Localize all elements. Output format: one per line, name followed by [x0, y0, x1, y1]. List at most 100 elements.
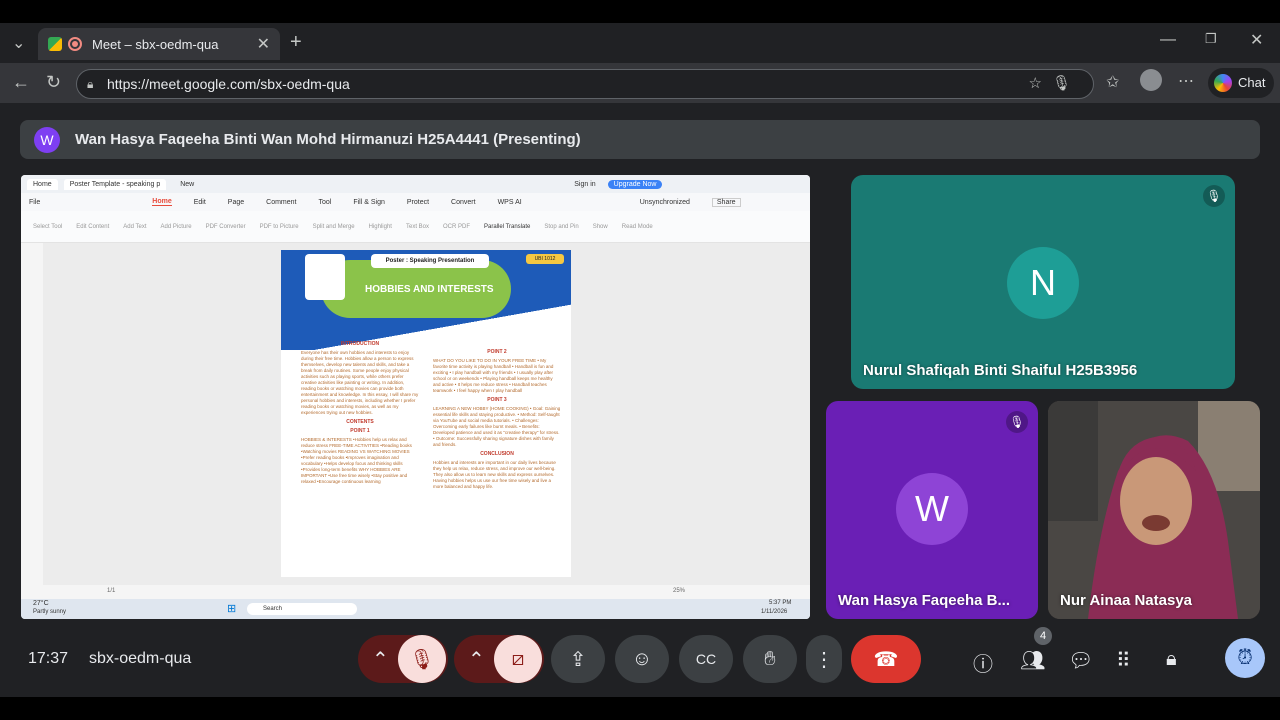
wps-menu-comment: Comment: [266, 198, 297, 206]
intro-text: Everyone has their own hobbies and inter…: [301, 350, 419, 415]
activities-icon[interactable]: ⠿: [1116, 648, 1131, 673]
mic-icon[interactable]: 🎙︎: [1052, 75, 1081, 92]
conclusion-heading: CONCLUSION: [480, 451, 514, 457]
meet-area: W Wan Hasya Faqeeha Binti Wan Mohd Hirma…: [0, 103, 1280, 697]
wps-tab-new: New: [180, 180, 195, 188]
participant-tile-nur-ainaa[interactable]: Nur Ainaa Natasya: [1048, 401, 1260, 619]
wps-menu-edit: Edit: [193, 198, 206, 206]
leave-call-button[interactable]: ☎︎: [851, 635, 921, 683]
host-controls-icon[interactable]: 🔒︎: [1166, 648, 1177, 671]
wps-menu-ai: WPS AI: [497, 198, 522, 206]
reload-icon[interactable]: ↻: [46, 72, 61, 93]
participant-count-badge: 4: [1034, 627, 1052, 645]
wps-menu-tool: Tool: [318, 198, 332, 206]
timer-button[interactable]: ⏰︎: [1225, 638, 1265, 678]
weather-temp: 27°C: [33, 600, 49, 607]
tab-list-icon[interactable]: ⌄: [12, 33, 25, 53]
participant-video: [1048, 401, 1260, 619]
wps-upgrade: Upgrade Now: [607, 179, 663, 189]
captions-button[interactable]: CC: [679, 635, 733, 683]
participant-tile-nurul[interactable]: N 🎙︎ Nurul Shafiqah Binti Shaiful H25B39…: [851, 175, 1235, 389]
mic-off-icon: 🎙︎: [409, 648, 435, 671]
wps-tab-doc: Poster Template - speaking p: [63, 178, 167, 190]
wps-menu: File Home Edit Page Comment Tool Fill & …: [21, 193, 810, 211]
participant-tile-wan[interactable]: W 🎙︎ Wan Hasya Faqeeha B...: [826, 401, 1038, 619]
raise-hand-button[interactable]: ✋︎: [743, 635, 797, 683]
taskbar-search-label: Search: [263, 606, 283, 612]
wps-tab-bar: Home Poster Template - speaking p New Si…: [21, 175, 810, 193]
point1-text: HOBBIES & INTERESTS •Hobbies help us rel…: [301, 437, 412, 484]
wps-tool-2: Edit Content: [76, 223, 110, 230]
point1-heading: POINT 1: [350, 428, 370, 434]
new-tab-icon[interactable]: +: [290, 31, 302, 54]
wps-menu-page: Page: [227, 198, 245, 206]
site-info-icon[interactable]: 🔒︎: [87, 70, 93, 98]
camera-options-chevron-icon[interactable]: ⌃: [468, 647, 485, 672]
wps-tab-home: Home: [27, 178, 58, 190]
emoji-icon: ☺: [631, 647, 653, 670]
wps-sign-in: Sign in: [574, 180, 596, 188]
camera-toggle-button[interactable]: ⧄: [494, 635, 542, 683]
hand-icon: ✋︎: [764, 647, 776, 670]
more-options-button[interactable]: ⋮: [806, 635, 842, 683]
mic-options-chevron-icon[interactable]: ⌃: [372, 647, 389, 672]
poster-right-column: POINT 2 WHAT DO YOU LIKE TO DO IN YOUR F…: [433, 346, 561, 490]
mic-off-icon: 🎙︎: [1006, 411, 1028, 433]
end-call-icon: ☎︎: [873, 648, 899, 671]
intro-heading: INTRODUCTION: [340, 341, 380, 347]
browser-tab[interactable]: Meet – sbx-oedm-qua ✕: [38, 28, 280, 60]
profile-avatar[interactable]: [1140, 69, 1162, 91]
chat-icon[interactable]: 💬︎: [1068, 648, 1093, 673]
meeting-info-icon[interactable]: ⓘ: [973, 648, 993, 677]
wps-tool-10: OCR PDF: [443, 223, 470, 230]
mic-toggle-button[interactable]: 🎙︎: [398, 635, 446, 683]
copilot-chat-button[interactable]: Chat: [1208, 68, 1274, 98]
weather-desc: Partly sunny: [33, 609, 67, 615]
wps-tool-14: Read Mode: [621, 223, 653, 230]
wps-tool-9: Text Box: [405, 223, 429, 230]
wps-tool-12: Stop and Pin: [544, 223, 579, 230]
meeting-clock: 17:37: [28, 650, 69, 667]
presenter-avatar: W: [34, 126, 60, 153]
conclusion-text: Hobbies and interests are important in o…: [433, 460, 556, 489]
reactions-button[interactable]: ☺: [615, 635, 669, 683]
more-menu-icon[interactable]: ⋯: [1178, 71, 1194, 91]
wps-tool-13: Show: [592, 223, 608, 230]
favorites-icon[interactable]: ✩: [1106, 72, 1119, 92]
wps-share: Share: [711, 197, 741, 207]
screen: ⌄ Meet – sbx-oedm-qua ✕ + — ❐ ✕ ← ↻ 🔒︎ h…: [0, 0, 1280, 720]
restore-icon[interactable]: ❐: [1205, 31, 1217, 47]
recording-icon: [68, 37, 82, 51]
poster-page: Poster : Speaking Presentation UBI 1012 …: [281, 250, 571, 577]
windows-start-icon: ⊞: [227, 603, 237, 615]
close-tab-icon[interactable]: ✕: [257, 34, 270, 54]
shared-screen[interactable]: Home Poster Template - speaking p New Si…: [21, 175, 810, 619]
people-icon[interactable]: 👥︎: [1020, 648, 1045, 673]
tab-title: Meet – sbx-oedm-qua: [92, 36, 219, 52]
wps-menu-file: File: [29, 198, 41, 206]
close-window-icon[interactable]: ✕: [1250, 30, 1263, 50]
wps-tool-6: PDF to Picture: [259, 223, 299, 230]
point2-heading: POINT 2: [487, 349, 507, 355]
mic-off-icon: 🎙︎: [1203, 185, 1225, 207]
url-field[interactable]: 🔒︎ https://meet.google.com/sbx-oedm-qua …: [76, 69, 1094, 99]
wps-menu-fill-sign: Fill & Sign: [353, 198, 385, 206]
minimize-icon[interactable]: —: [1160, 31, 1176, 49]
wps-tool-3: Add Text: [123, 223, 147, 230]
presenter-banner-text: Wan Hasya Faqeeha Binti Wan Mohd Hirmanu…: [75, 131, 581, 148]
zoom-level: 25%: [673, 588, 686, 594]
meeting-code: sbx-oedm-qua: [89, 650, 192, 667]
wps-tool-11: Parallel Translate: [484, 223, 531, 230]
university-logo: [305, 254, 345, 300]
favorite-star-icon[interactable]: ☆: [1029, 75, 1052, 92]
wps-menu-home: Home: [152, 198, 172, 206]
participant-avatar: N: [1007, 247, 1079, 319]
meet-favicon-icon: [48, 37, 62, 51]
back-icon[interactable]: ←: [12, 72, 30, 93]
presenter-banner: W Wan Hasya Faqeeha Binti Wan Mohd Hirma…: [20, 120, 1260, 159]
wps-sidebar: [21, 243, 43, 585]
wps-tool-1: Select Tool: [33, 223, 63, 230]
wps-tool-8: Highlight: [368, 223, 392, 230]
present-screen-button[interactable]: ⇪: [551, 635, 605, 683]
point3-text: LEARNING A NEW HOBBY (HOME COOKING) • Go…: [433, 406, 561, 447]
